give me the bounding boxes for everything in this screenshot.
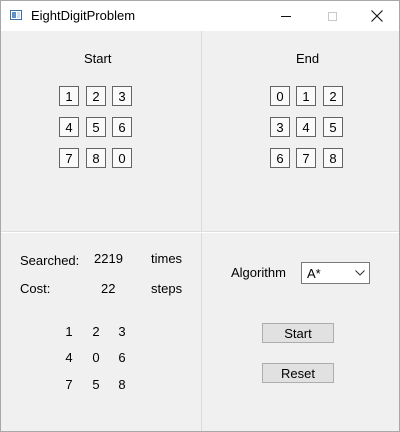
end-cell[interactable]: 7 — [296, 148, 316, 168]
start-cell[interactable]: 3 — [112, 86, 132, 106]
end-cell[interactable]: 5 — [323, 117, 343, 137]
app-window-icon — [10, 10, 22, 20]
window-title: EightDigitProblem — [31, 8, 136, 23]
maximize-icon — [327, 11, 337, 21]
result-cell: 3 — [118, 323, 126, 339]
searched-unit: times — [151, 251, 183, 266]
searched-value: 2219 — [94, 251, 123, 266]
start-title: Start — [84, 51, 112, 66]
result-cell: 5 — [92, 376, 100, 392]
cost-value: 22 — [101, 281, 116, 296]
algorithm-selected-value: A* — [307, 266, 321, 281]
horizontal-divider — [1, 231, 399, 233]
result-cell: 1 — [65, 323, 73, 339]
start-cell[interactable]: 8 — [86, 148, 106, 168]
start-cell[interactable]: 5 — [86, 117, 106, 137]
end-cell[interactable]: 6 — [270, 148, 290, 168]
start-button[interactable]: Start — [262, 323, 334, 343]
close-icon — [371, 10, 383, 22]
start-cell[interactable]: 6 — [112, 117, 132, 137]
minimize-button[interactable] — [263, 1, 309, 31]
result-cell: 4 — [65, 349, 73, 365]
start-cell[interactable]: 1 — [59, 86, 79, 106]
start-cell[interactable]: 4 — [59, 117, 79, 137]
end-cell[interactable]: 2 — [323, 86, 343, 106]
end-cell[interactable]: 1 — [296, 86, 316, 106]
result-cell: 6 — [118, 349, 126, 365]
chevron-down-icon — [355, 270, 365, 276]
result-cell: 8 — [118, 376, 126, 392]
minimize-icon — [281, 15, 291, 17]
result-cell: 7 — [65, 376, 73, 392]
end-cell[interactable]: 0 — [270, 86, 290, 106]
maximize-button[interactable] — [309, 1, 355, 31]
start-cell[interactable]: 2 — [86, 86, 106, 106]
start-cell[interactable]: 0 — [112, 148, 132, 168]
reset-button[interactable]: Reset — [262, 363, 334, 383]
end-cell[interactable]: 8 — [323, 148, 343, 168]
end-cell[interactable]: 3 — [270, 117, 290, 137]
main-window: EightDigitProblem Start 1 2 3 4 5 6 7 8 … — [0, 0, 400, 432]
algorithm-label: Algorithm — [231, 265, 286, 280]
algorithm-select[interactable]: A* — [301, 262, 370, 284]
cost-unit: steps — [151, 281, 183, 296]
end-title: End — [296, 51, 320, 66]
close-button[interactable] — [354, 1, 400, 31]
result-cell: 0 — [92, 349, 100, 365]
result-cell: 2 — [92, 323, 100, 339]
cost-label: Cost: — [20, 281, 51, 296]
title-bar[interactable]: EightDigitProblem — [1, 1, 399, 31]
searched-label: Searched: — [20, 253, 80, 268]
start-cell[interactable]: 7 — [59, 148, 79, 168]
end-cell[interactable]: 4 — [296, 117, 316, 137]
